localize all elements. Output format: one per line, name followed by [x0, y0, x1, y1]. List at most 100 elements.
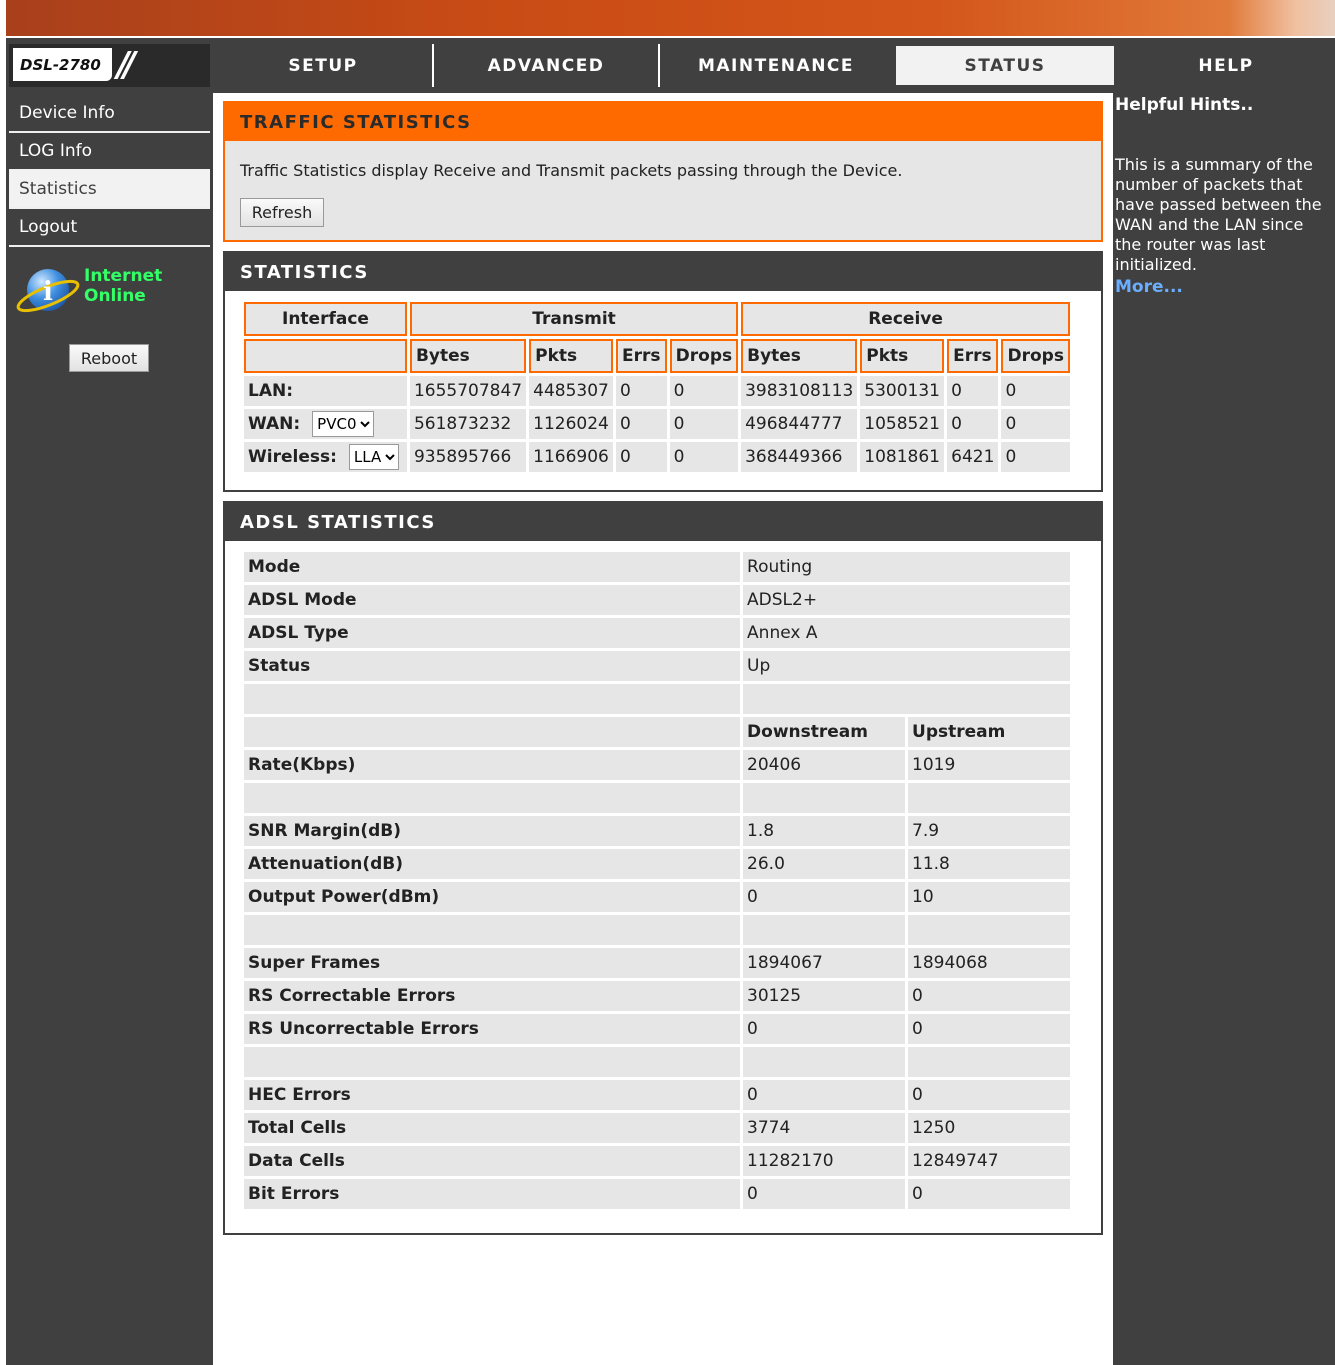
stats-header-bytes: Bytes: [409, 339, 527, 373]
adsl-statistics-title: ADSL STATISTICS: [225, 503, 1101, 541]
traffic-description: Traffic Statistics display Receive and T…: [240, 161, 903, 180]
adsl-empty-cell: [743, 684, 1070, 714]
tab-status[interactable]: STATUS: [894, 44, 1116, 87]
stats-header-receive: Receive: [741, 302, 1070, 336]
adsl-empty-cell: [244, 717, 741, 747]
help-more-link[interactable]: More...: [1115, 277, 1183, 297]
stats-value-cell: 0: [947, 376, 999, 406]
adsl-empty-row: [244, 783, 1070, 813]
adsl-header-downstream: Downstream: [743, 717, 906, 747]
adsl-empty-cell: [244, 684, 741, 714]
adsl-upstream-value: 0: [908, 981, 1070, 1011]
adsl-downstream-value: 1.8: [743, 816, 906, 846]
statistics-panel: STATISTICS Interface Transmit Receive Bytes…: [223, 251, 1103, 492]
adsl-empty-row: [244, 915, 1070, 945]
stats-row: Wireless: LLA 935895766 1166906 0 0 368449366 1…: [244, 442, 1070, 472]
adsl-empty-cell: [908, 783, 1070, 813]
adsl-label: Bit Errors: [244, 1179, 741, 1209]
stats-value-cell: 5300131: [860, 376, 945, 406]
stats-value-cell: 0: [1001, 376, 1070, 406]
interface-label: LAN:: [248, 381, 294, 401]
adsl-row: RS Correctable Errors 30125 0: [244, 981, 1070, 1011]
stats-value-cell: 0: [669, 376, 739, 406]
sidebar-item-statistics[interactable]: Statistics: [9, 170, 210, 207]
adsl-empty-cell: [244, 915, 741, 945]
adsl-empty-cell: [743, 915, 906, 945]
adsl-downstream-value: 1894067: [743, 948, 906, 978]
adsl-downstream-value: 20406: [743, 750, 906, 780]
adsl-upstream-value: 7.9: [908, 816, 1070, 846]
interface-select[interactable]: LLA: [348, 444, 399, 470]
stats-value-cell: 0: [947, 409, 999, 439]
stats-header-errs: Errs: [947, 339, 999, 373]
tab-help[interactable]: HELP: [1117, 44, 1335, 87]
refresh-button[interactable]: Refresh: [240, 198, 324, 227]
adsl-upstream-value: 1019: [908, 750, 1070, 780]
tab-advanced[interactable]: ADVANCED: [434, 44, 658, 87]
adsl-upstream-value: 0: [908, 1179, 1070, 1209]
adsl-label: SNR Margin(dB): [244, 816, 741, 846]
stats-value-cell: 4485307: [529, 376, 614, 406]
adsl-label: ADSL Type: [244, 618, 741, 648]
adsl-row: Data Cells 11282170 12849747: [244, 1146, 1070, 1176]
internet-label: Internet: [84, 266, 163, 286]
svg-text:i: i: [43, 277, 53, 307]
stats-value-cell: 0: [1001, 409, 1070, 439]
sidebar-item-log-info[interactable]: LOG Info: [9, 133, 210, 169]
sidebar-divider: [9, 245, 210, 247]
adsl-row: Attenuation(dB) 26.0 11.8: [244, 849, 1070, 879]
stats-value-cell: 561873232: [409, 409, 527, 439]
sidebar-item-device-info[interactable]: Device Info: [9, 95, 210, 131]
reboot-button[interactable]: Reboot: [69, 344, 149, 372]
stats-value-cell: 1166906: [529, 442, 614, 472]
adsl-row: ADSL Type Annex A: [244, 618, 1070, 648]
traffic-statistics-panel: TRAFFIC STATISTICS Traffic Statistics di…: [223, 101, 1103, 242]
interface-label: Wireless:: [248, 447, 337, 467]
stats-value-cell: 3983108113: [741, 376, 858, 406]
stats-value-cell: 1655707847: [409, 376, 527, 406]
stats-value-cell: 1081861: [860, 442, 945, 472]
adsl-empty-cell: [743, 783, 906, 813]
interface-label: WAN:: [248, 414, 301, 434]
adsl-downstream-value: 3774: [743, 1113, 906, 1143]
stats-row: WAN: PVC0 561873232 1126024 0 0 496844777 10585…: [244, 409, 1070, 439]
adsl-upstream-value: 11.8: [908, 849, 1070, 879]
stats-header-errs: Errs: [616, 339, 667, 373]
adsl-row: RS Uncorrectable Errors 0 0: [244, 1014, 1070, 1044]
adsl-upstream-value: 1250: [908, 1113, 1070, 1143]
help-panel: Helpful Hints.. This is a summary of the…: [1113, 93, 1335, 1365]
stats-header-drops: Drops: [1001, 339, 1070, 373]
adsl-stats-table: Mode Routing ADSL Mode ADSL2+ ADSL Type Annex…: [241, 549, 1073, 1212]
adsl-label: RS Uncorrectable Errors: [244, 1014, 741, 1044]
sidebar-item-logout[interactable]: Logout: [9, 209, 210, 245]
adsl-downstream-value: 0: [743, 1014, 906, 1044]
adsl-row: SNR Margin(dB) 1.8 7.9: [244, 816, 1070, 846]
internet-status: Internet Online: [84, 266, 162, 306]
adsl-row: Output Power(dBm) 0 10: [244, 882, 1070, 912]
stats-group-header-row: Interface Transmit Receive: [244, 302, 1070, 336]
adsl-upstream-value: 0: [908, 1014, 1070, 1044]
stats-value-cell: 1126024: [529, 409, 614, 439]
adsl-upstream-value: 10: [908, 882, 1070, 912]
tab-setup[interactable]: SETUP: [214, 44, 432, 87]
stats-value-cell: 1058521: [860, 409, 945, 439]
adsl-label: ADSL Mode: [244, 585, 741, 615]
tab-maintenance[interactable]: MAINTENANCE: [660, 44, 892, 87]
help-title: Helpful Hints..: [1115, 95, 1254, 115]
stats-interface-cell: LAN:: [244, 376, 407, 406]
adsl-empty-cell: [244, 1047, 741, 1077]
adsl-label: RS Correctable Errors: [244, 981, 741, 1011]
stats-header-transmit: Transmit: [409, 302, 739, 336]
adsl-empty-row: [244, 684, 1070, 714]
stats-value-cell: 0: [669, 409, 739, 439]
stats-value-cell: 0: [616, 409, 667, 439]
interface-select[interactable]: PVC0: [312, 411, 375, 437]
adsl-value: ADSL2+: [743, 585, 1070, 615]
adsl-downstream-value: 0: [743, 882, 906, 912]
top-banner: [6, 0, 1335, 36]
adsl-label: HEC Errors: [244, 1080, 741, 1110]
stats-header-interface: Interface: [244, 302, 407, 336]
stats-header-pkts: Pkts: [529, 339, 614, 373]
stats-value-cell: 496844777: [741, 409, 858, 439]
adsl-upstream-value: 1894068: [908, 948, 1070, 978]
